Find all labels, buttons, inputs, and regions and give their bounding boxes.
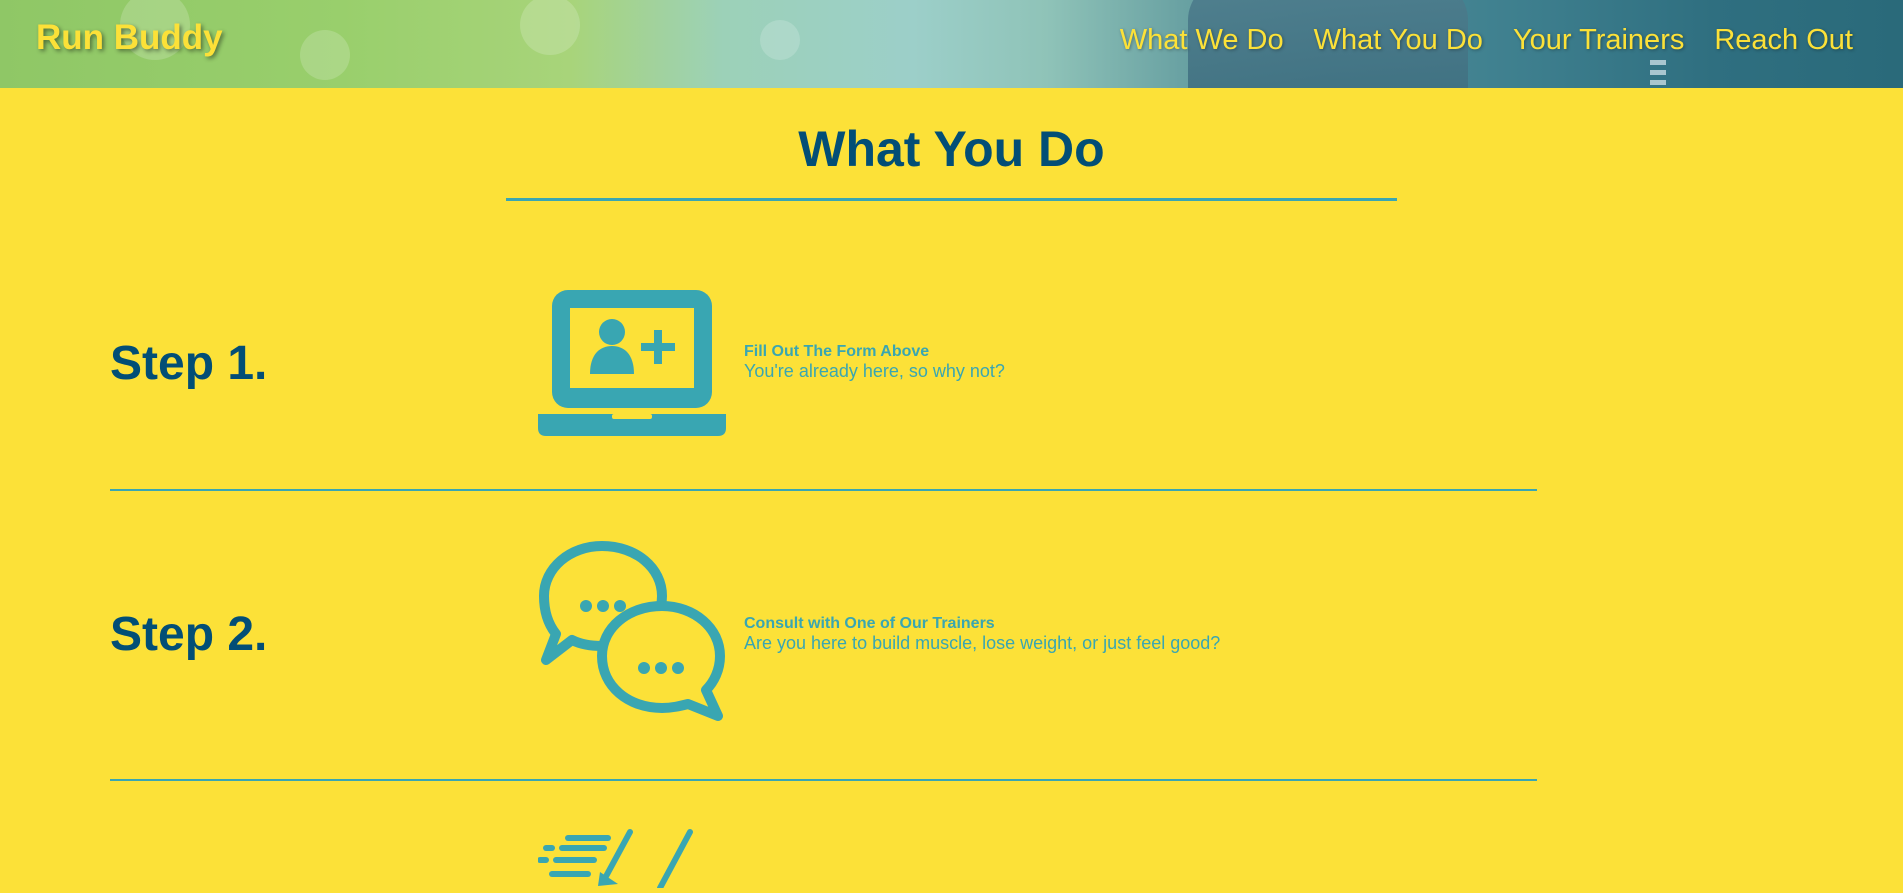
background-bokeh [300,30,350,80]
shirt-stripe [1650,80,1666,85]
background-bokeh [760,20,800,60]
shirt-stripe [1650,60,1666,65]
step-2-heading: Consult with One of Our Trainers [744,615,995,632]
step-1-description: You're already here, so why not? [744,361,1005,381]
nav-your-trainers[interactable]: Your Trainers [1513,24,1684,57]
laptop-add-user-icon [538,288,726,441]
shirt-stripe [1650,70,1666,75]
background-bokeh [520,0,580,55]
step-1-text: Fill Out The Form Above You're already h… [744,343,1005,382]
main-nav: What We Do What You Do Your Trainers Rea… [1090,24,1853,57]
nav-what-we-do[interactable]: What We Do [1120,24,1284,57]
nav-what-you-do[interactable]: What You Do [1314,24,1483,57]
nav-reach-out[interactable]: Reach Out [1714,24,1853,57]
step-divider [110,489,1537,491]
brand-logo[interactable]: Run Buddy [36,18,223,58]
site-header: Run Buddy What We Do What You Do Your Tr… [0,0,1903,88]
section-title: What You Do [798,121,1105,177]
title-divider [506,198,1397,201]
step-2-description: Are you here to build muscle, lose weigh… [744,633,1221,653]
step-1-label: Step 1. [110,337,268,390]
step-2-text: Consult with One of Our Trainers Are you… [744,615,1220,654]
step-divider [110,779,1537,781]
step-2-label: Step 2. [110,608,268,661]
chat-bubbles-icon [538,538,728,733]
running-shoe-icon [537,828,708,893]
step-1-heading: Fill Out The Form Above [744,343,930,360]
